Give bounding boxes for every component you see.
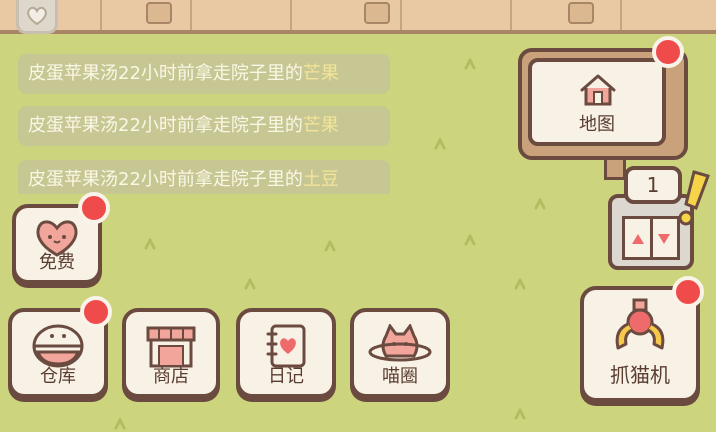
free-notification-dot	[78, 192, 110, 224]
feed-message-item: 芒果	[302, 115, 339, 136]
heart-icon	[27, 6, 47, 25]
diary-book-icon	[266, 324, 306, 368]
feed-message-text: 皮蛋苹果汤22小时前拿走院子里的	[28, 63, 303, 84]
map-button-label: 地图	[579, 114, 615, 135]
map-button[interactable]: 地图	[528, 58, 666, 146]
claw-icon	[615, 298, 665, 350]
elevator-floor-counter: 1	[624, 166, 682, 204]
fence-post	[146, 2, 172, 24]
fence-post	[568, 2, 594, 24]
fence-plank	[510, 0, 512, 30]
elevator-icon	[622, 216, 680, 260]
elevator-door-split	[650, 219, 653, 257]
shop-button[interactable]: 商店	[122, 308, 220, 398]
feed-message-text: 皮蛋苹果汤22小时前拿走院子里的	[28, 169, 303, 190]
feed-message: 皮蛋苹果汤22小时前拿走院子里的土豆	[18, 160, 390, 194]
fence-plank	[190, 0, 192, 30]
free-heart-icon	[36, 220, 78, 257]
feed-message-item: 芒果	[302, 63, 339, 84]
down-arrow-icon	[658, 234, 670, 244]
exclamation-icon	[678, 170, 710, 226]
feed-message-item: 土豆	[302, 169, 339, 190]
feed-message: 皮蛋苹果汤22小时前拿走院子里的芒果	[18, 106, 390, 146]
game-scene: 皮蛋苹果汤22小时前拿走院子里的芒果 皮蛋苹果汤22小时前拿走院子里的芒果 皮蛋…	[0, 0, 716, 432]
up-arrow-icon	[632, 234, 644, 244]
cat-planet-icon	[368, 324, 432, 362]
feed-message: 皮蛋苹果汤22小时前拿走院子里的芒果	[18, 54, 390, 94]
diary-button[interactable]: 日记	[236, 308, 336, 398]
fence-plank	[400, 0, 402, 30]
map-house-icon	[580, 74, 616, 106]
feed-message-text: 皮蛋苹果汤22小时前拿走院子里的	[28, 115, 303, 136]
meow-circle-button[interactable]: 喵圈	[350, 308, 450, 398]
fence-plank	[620, 0, 622, 30]
fence-plank	[100, 0, 102, 30]
fence-plank	[290, 0, 292, 30]
top-fence	[0, 0, 716, 34]
claw-machine-button-label: 抓猫机	[610, 363, 670, 387]
shop-stall-icon	[146, 326, 196, 368]
fence-post	[364, 2, 390, 24]
warehouse-bowl-icon	[32, 324, 84, 368]
warehouse-notification-dot	[80, 296, 112, 328]
map-notification-dot	[652, 36, 684, 68]
heart-button[interactable]	[16, 0, 58, 34]
claw-machine-notification-dot	[672, 276, 704, 308]
